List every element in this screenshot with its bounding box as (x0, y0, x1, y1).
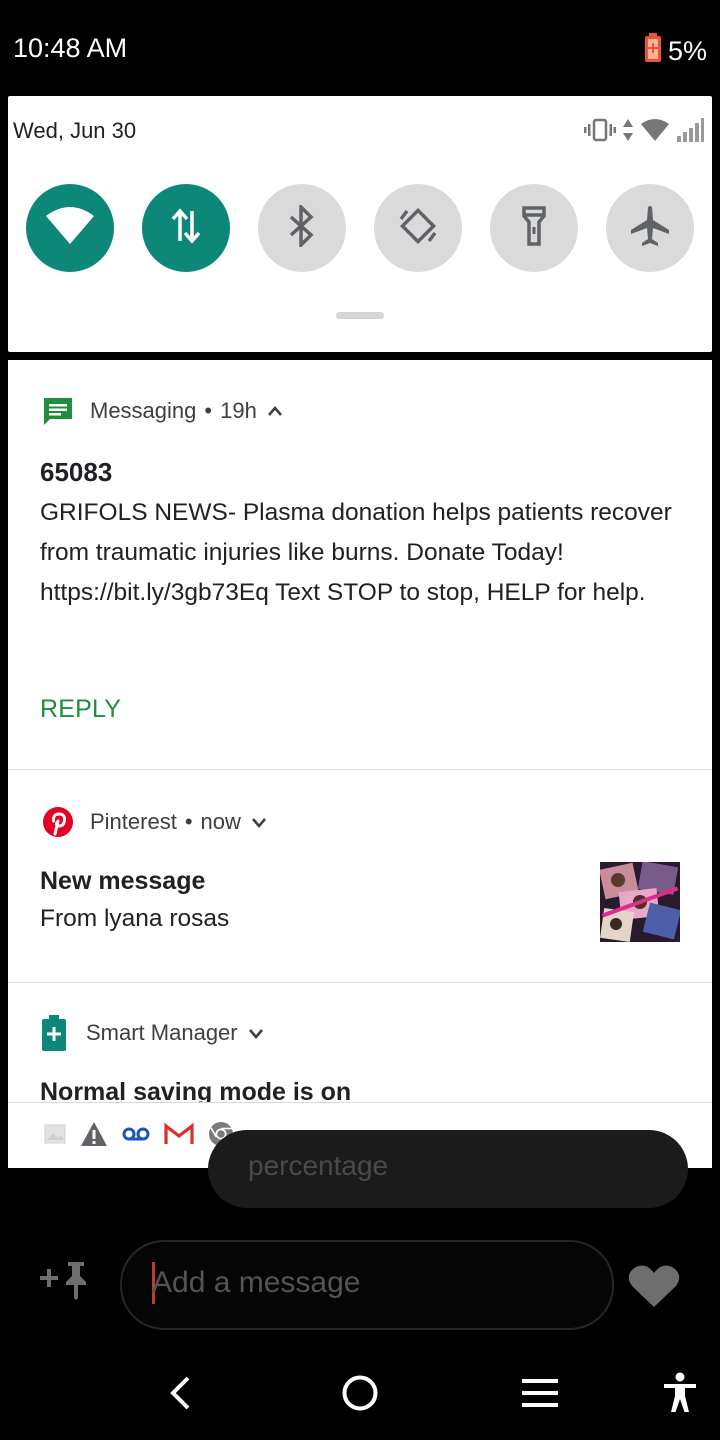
auto-rotate-tile[interactable] (374, 184, 462, 272)
battery-icon (644, 33, 662, 70)
recents-icon[interactable] (522, 1376, 558, 1415)
mobile-data-tile[interactable] (142, 184, 230, 272)
wifi-signal-icon (640, 118, 670, 147)
heart-icon[interactable] (628, 1264, 680, 1313)
background-comment-text: percentage (248, 1150, 389, 1181)
reply-button[interactable]: REPLY (40, 695, 121, 724)
airplane-mode-tile[interactable] (606, 184, 694, 272)
pinterest-app-icon (42, 806, 74, 838)
pinterest-subtitle: From lyana rosas (40, 905, 230, 932)
pin-add-icon[interactable] (40, 1260, 90, 1305)
header-separator: • (184, 809, 193, 834)
date-label: Wed, Jun 30 (13, 118, 137, 143)
message-sender: 65083 (40, 457, 113, 487)
bluetooth-tile[interactable] (258, 184, 346, 272)
smart-manager-header[interactable]: Smart Manager (42, 1015, 264, 1051)
vibrate-icon (584, 118, 616, 147)
clock: 10:48 AM (13, 33, 128, 63)
bluetooth-icon (287, 202, 317, 252)
battery-indicator: 5% (644, 33, 707, 70)
qs-expand-handle[interactable] (336, 312, 384, 319)
flashlight-icon (521, 205, 547, 252)
home-icon[interactable] (341, 1374, 379, 1417)
chevron-down-icon[interactable] (251, 816, 267, 828)
warning-icon (80, 1121, 108, 1152)
wifi-icon (44, 206, 96, 251)
notification-panel: Messaging • 19h 65083 GRIFOLS NEWS- Plas… (8, 360, 712, 1168)
pinterest-title: New message (40, 867, 206, 895)
flashlight-tile[interactable] (490, 184, 578, 272)
messaging-app-icon (42, 396, 74, 426)
wifi-tile[interactable] (26, 184, 114, 272)
image-icon (44, 1123, 66, 1150)
pinterest-time: now (200, 809, 241, 834)
data-arrows-icon (171, 207, 201, 250)
voicemail-icon (122, 1126, 150, 1147)
messaging-header[interactable]: Messaging • 19h (42, 396, 283, 426)
messaging-notification[interactable]: Messaging • 19h 65083 GRIFOLS NEWS- Plas… (8, 360, 712, 769)
overflow-icons (44, 1121, 234, 1152)
header-separator: • (204, 398, 213, 423)
pinterest-app-name: Pinterest (90, 809, 177, 834)
navigation-bar (0, 1344, 720, 1440)
data-activity-icon (622, 118, 634, 147)
chevron-down-icon[interactable] (248, 1027, 264, 1039)
quick-settings-panel: Wed, Jun 30 (8, 96, 712, 352)
cell-signal-icon (676, 118, 704, 147)
status-bar: 10:48 AM 5% (0, 0, 720, 96)
accessibility-icon[interactable] (662, 1372, 698, 1419)
back-icon[interactable] (168, 1376, 192, 1415)
pinterest-header[interactable]: Pinterest • now (42, 806, 267, 838)
gmail-icon (164, 1122, 194, 1150)
smart-manager-app-icon (42, 1015, 66, 1051)
battery-percent: 5% (667, 36, 707, 66)
qs-status-icons (584, 118, 704, 147)
chevron-up-icon[interactable] (267, 405, 283, 417)
messaging-app-name: Messaging (90, 398, 197, 423)
smart-manager-app-name: Smart Manager (86, 1020, 238, 1045)
messaging-time: 19h (220, 398, 257, 423)
message-body: GRIFOLS NEWS- Plasma donation helps pati… (40, 499, 672, 606)
message-input-placeholder: Add a message (152, 1266, 361, 1299)
rotate-icon (397, 205, 439, 252)
airplane-icon (630, 205, 670, 252)
pinterest-thumbnail (600, 862, 680, 942)
